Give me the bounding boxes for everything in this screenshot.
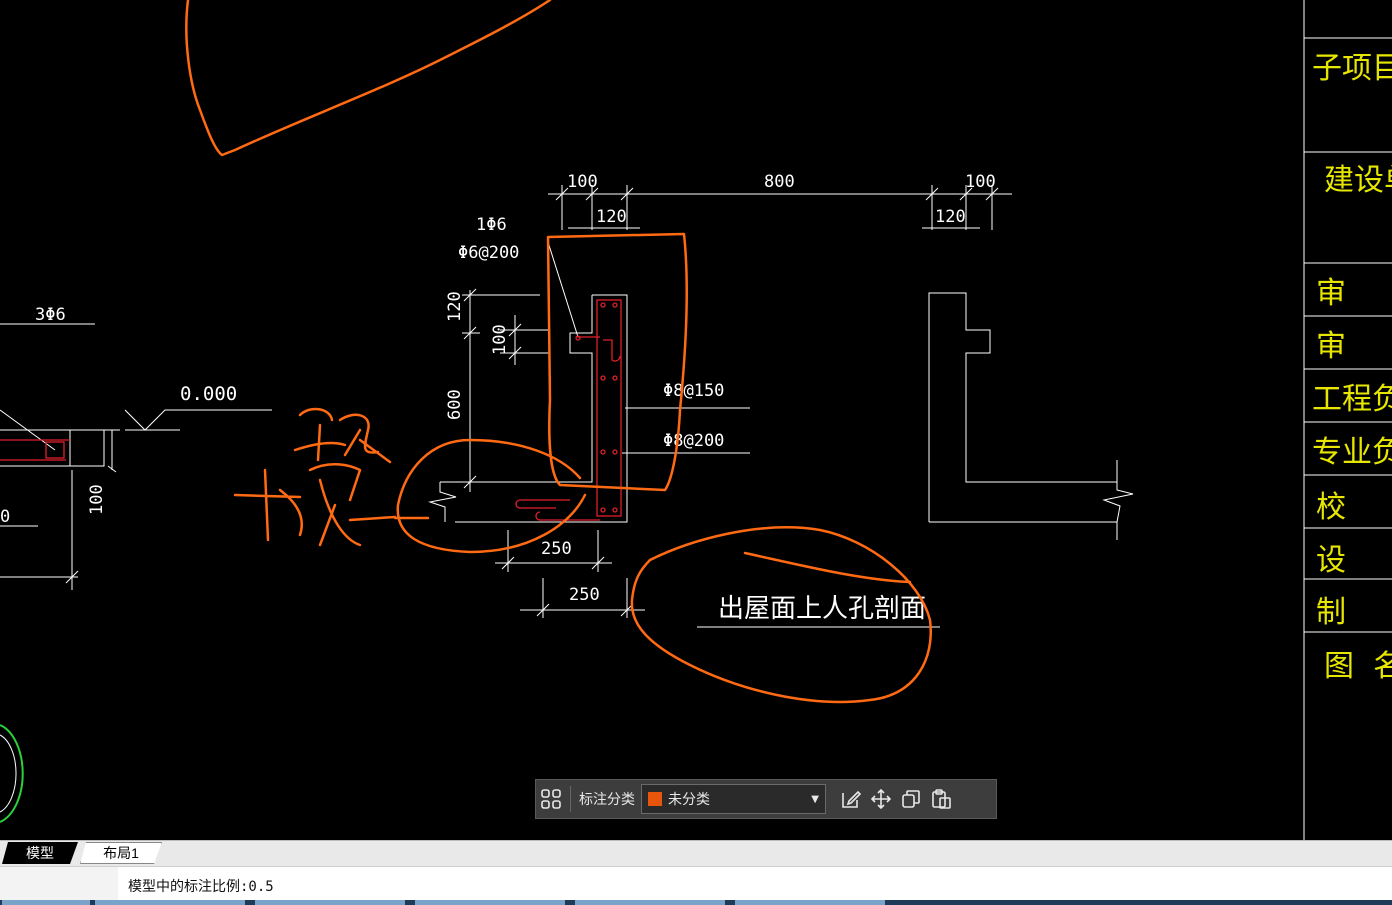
label-phi8-at150: Φ8@150 <box>663 381 724 401</box>
titleblock-check-2: 审 <box>1316 329 1346 364</box>
label-1phi6: 1Φ6 <box>476 215 507 235</box>
label-3phi6: 3Φ6 <box>35 305 66 325</box>
dim-250-b: 250 <box>569 585 600 605</box>
section-title: 出屋面上人孔剖面 <box>718 594 926 624</box>
move-button[interactable] <box>866 784 896 814</box>
annotation-category-value: 未分类 <box>668 791 710 807</box>
layout-tab-bar: 模型 布局1 <box>0 840 1392 866</box>
annotation-toolbar: 标注分类 未分类 ▼ <box>535 779 997 819</box>
annotation-category-label: 标注分类 <box>579 791 635 807</box>
chevron-down-icon: ▼ <box>811 793 819 805</box>
move-icon <box>870 788 892 810</box>
annotation-category-select[interactable]: 未分类 ▼ <box>641 784 826 814</box>
dim-120-right: 120 <box>935 207 966 227</box>
taskbar-item[interactable] <box>2 900 90 905</box>
paste-icon <box>932 789 951 809</box>
grid-apps-button[interactable] <box>536 784 566 814</box>
grid-apps-icon <box>541 789 561 809</box>
tab-model[interactable]: 模型 <box>2 842 78 864</box>
taskbar-item[interactable] <box>255 900 405 905</box>
command-line-output: 模型中的标注比例:0.5 <box>128 879 274 895</box>
edit-button[interactable] <box>836 784 866 814</box>
paste-button[interactable] <box>926 784 956 814</box>
taskbar-item[interactable] <box>415 900 565 905</box>
left-partial-text: 0 <box>0 507 10 527</box>
titleblock-drafted: 制 <box>1316 595 1346 630</box>
titleblock-check-1: 审 <box>1316 276 1346 311</box>
titleblock-proofread: 校 <box>1316 490 1346 525</box>
category-color-swatch <box>648 792 662 806</box>
command-line-gutter <box>0 867 118 901</box>
taskbar-item[interactable] <box>95 900 245 905</box>
titleblock-drawing-name: 图 名 <box>1324 649 1392 684</box>
dim-100-right: 100 <box>965 172 996 192</box>
dim-600-side: 600 <box>445 389 465 420</box>
label-phi8-at200: Φ8@200 <box>663 431 724 451</box>
dim-250-a: 250 <box>541 539 572 559</box>
tab-layout1[interactable]: 布局1 <box>80 842 162 864</box>
taskbar-item[interactable] <box>735 900 885 905</box>
titleblock-discipline-lead: 专业负 <box>1312 435 1392 470</box>
taskbar-item[interactable] <box>575 900 725 905</box>
label-phi6-at200: Φ6@200 <box>458 243 519 263</box>
taskbar-strip <box>0 900 1392 905</box>
dim-100-left-elevation: 100 <box>87 484 107 515</box>
toolbar-separator <box>570 786 571 812</box>
dim-800: 800 <box>764 172 795 192</box>
dim-120-side: 120 <box>445 291 465 322</box>
elevation-label: 0.000 <box>180 383 237 405</box>
titleblock-design: 设 <box>1316 543 1346 578</box>
command-line[interactable]: 模型中的标注比例:0.5 <box>0 866 1392 901</box>
cad-drawing-canvas[interactable]: 100 800 100 120 120 1Φ6 Φ6@200 Φ8@150 Φ8… <box>0 0 1392 840</box>
titleblock-engineer: 工程负 <box>1312 382 1392 417</box>
copy-icon <box>902 790 920 808</box>
copy-button[interactable] <box>896 784 926 814</box>
titleblock-client: 建设单位 <box>1324 163 1392 198</box>
dim-100-side: 100 <box>490 324 510 355</box>
titleblock-project-name: 子项目名 <box>1312 51 1392 86</box>
edit-icon <box>842 790 862 808</box>
dim-120-left: 120 <box>596 207 627 227</box>
drawing-svg: 100 800 100 120 120 1Φ6 Φ6@200 Φ8@150 Φ8… <box>0 0 1392 840</box>
drawing-linework <box>0 0 1392 840</box>
green-circle <box>0 724 24 823</box>
dim-100-left: 100 <box>567 172 598 192</box>
